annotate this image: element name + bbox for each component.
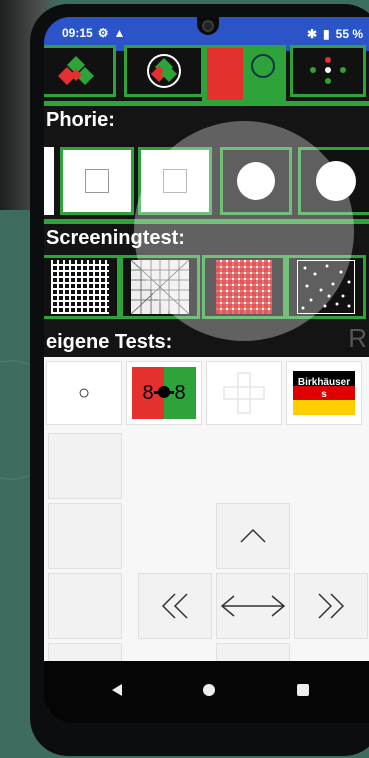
own-test-circle[interactable]: ○: [46, 361, 122, 425]
double-chevron-left-icon: [161, 593, 188, 619]
divider: [44, 101, 369, 106]
home-icon[interactable]: [202, 683, 216, 697]
bluetooth-icon: ✱: [306, 27, 318, 41]
split-red-green: 8 8: [132, 367, 196, 419]
phorie-label: Phorie:: [46, 109, 115, 131]
phorie-thumb-2[interactable]: [138, 147, 212, 215]
screening-thumb-3[interactable]: [202, 255, 286, 319]
grid-cross-pattern: [131, 260, 189, 314]
front-camera: [202, 20, 214, 32]
birkhaeuser-label: Birkhäuser s: [297, 377, 351, 400]
test-thumb-2[interactable]: [124, 45, 204, 97]
up-button[interactable]: [216, 503, 290, 569]
phorie-thumb-partial[interactable]: ): [44, 147, 54, 215]
screening-thumb-1[interactable]: [44, 255, 120, 319]
screening-thumb-2[interactable]: [120, 255, 200, 319]
target-square: [85, 169, 109, 193]
target-square: [163, 169, 187, 193]
screening-thumb-4[interactable]: [286, 255, 366, 319]
dots-pattern: [297, 260, 355, 314]
test-thumb-4[interactable]: [290, 45, 366, 97]
double-chevron-right-icon: [318, 593, 345, 619]
diamond-circle-icon: [147, 54, 181, 88]
partial-letter: R: [348, 323, 367, 353]
test-thumb-1[interactable]: [44, 45, 116, 97]
gear-icon: ⚙: [97, 26, 109, 40]
diamond-icon: [58, 56, 94, 85]
battery-level: 55 %: [335, 27, 363, 41]
fast-left-button[interactable]: [138, 573, 212, 639]
left-right-arrow-icon: [220, 595, 286, 617]
white-disc: [237, 162, 275, 200]
own-tests-label: eigene Tests:: [46, 331, 173, 353]
phone-screen: 09:15 ⚙ ▲ ✱ ▮ 55 % Phorie: Screeningtest…: [44, 17, 369, 723]
red-block: [207, 48, 243, 100]
cross-dots-icon: [310, 57, 346, 84]
center-bar: [154, 391, 174, 394]
fast-right-button[interactable]: [294, 573, 368, 639]
phorie-thumb-3[interactable]: [220, 147, 292, 215]
blank-button-2[interactable]: [48, 503, 122, 569]
battery-icon: ▮: [323, 27, 330, 41]
red-grid-pattern: [216, 260, 272, 314]
faint-cross-icon: [223, 372, 265, 414]
own-test-cross[interactable]: [206, 361, 282, 425]
circle-symbol: ○: [77, 381, 91, 404]
white-disc: [316, 161, 356, 201]
own-test-split[interactable]: 8 8: [126, 361, 202, 425]
blank-button-1[interactable]: [48, 433, 122, 499]
divider: [44, 219, 369, 224]
own-test-birkhaeuser[interactable]: Birkhäuser s: [286, 361, 362, 425]
phorie-thumb-1[interactable]: [60, 147, 134, 215]
circle-mark: [251, 54, 275, 78]
android-navbar: [44, 661, 369, 723]
phorie-thumb-4[interactable]: [298, 147, 369, 215]
chevron-up-icon: [240, 528, 266, 543]
test-thumb-3[interactable]: [202, 45, 286, 101]
recents-icon[interactable]: [296, 683, 310, 697]
status-time: 09:15: [62, 26, 93, 40]
warning-icon: ▲: [113, 26, 126, 40]
german-flag: Birkhäuser s: [293, 371, 355, 415]
app-content: Phorie: ) Screeningtest:: [44, 45, 369, 709]
horizontal-button[interactable]: [216, 573, 290, 639]
control-panel: ○ 8 8 Birkhäuser s: [44, 357, 369, 709]
grid-pattern: [51, 260, 109, 314]
back-icon[interactable]: [110, 683, 124, 697]
blank-button-3[interactable]: [48, 573, 122, 639]
screening-label: Screeningtest:: [46, 227, 185, 249]
